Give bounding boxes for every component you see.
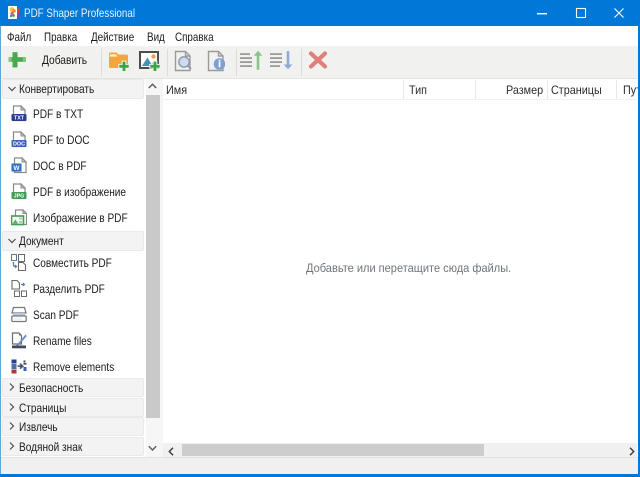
svg-text:W: W [13, 165, 20, 172]
svg-text:JPG: JPG [14, 194, 25, 200]
svg-text:TXT: TXT [14, 116, 25, 122]
svg-text:DOC: DOC [13, 142, 25, 148]
